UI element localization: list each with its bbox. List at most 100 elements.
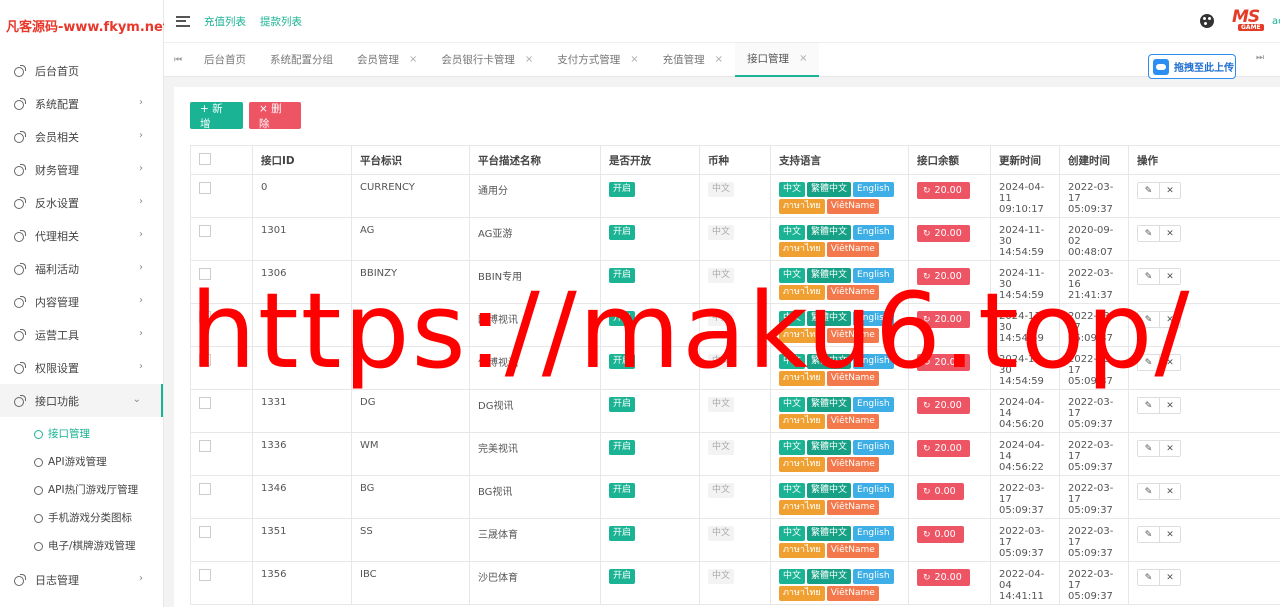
drag-upload-button[interactable]: 拖拽至此上传 xyxy=(1148,54,1236,79)
language-badge: ViêtName xyxy=(826,285,879,300)
delete-icon[interactable]: ✕ xyxy=(1159,484,1180,499)
open-status-badge[interactable]: 开启 xyxy=(609,483,636,498)
edit-icon[interactable]: ✎ xyxy=(1138,269,1159,284)
sidebar-item-3[interactable]: 财务管理 › xyxy=(0,153,163,186)
user-name[interactable]: ac xyxy=(1272,16,1280,27)
edit-icon[interactable]: ✎ xyxy=(1138,312,1159,327)
submenu-item-4[interactable]: 电子/棋牌游戏管理 xyxy=(0,531,163,559)
close-icon[interactable]: × xyxy=(715,54,723,65)
close-icon[interactable]: × xyxy=(799,53,807,64)
updated-date: 2024-11-30 xyxy=(999,354,1045,376)
select-all-checkbox[interactable] xyxy=(199,153,211,165)
row-checkbox[interactable] xyxy=(199,440,211,452)
submenu-item-2[interactable]: API热门游戏厅管理 xyxy=(0,475,163,503)
edit-icon[interactable]: ✎ xyxy=(1138,355,1159,370)
sidebar-item-4[interactable]: 反水设置 › xyxy=(0,186,163,219)
open-status-badge[interactable]: 开启 xyxy=(609,225,636,240)
close-icon[interactable]: × xyxy=(525,54,533,65)
row-checkbox[interactable] xyxy=(199,483,211,495)
delete-icon[interactable]: ✕ xyxy=(1159,269,1180,284)
edit-icon[interactable]: ✎ xyxy=(1138,398,1159,413)
cell-currency: 中文 xyxy=(699,518,771,562)
sidebar-item-log[interactable]: 日志管理 › xyxy=(0,563,163,596)
edit-icon[interactable]: ✎ xyxy=(1138,484,1159,499)
edit-icon[interactable]: ✎ xyxy=(1138,527,1159,542)
submenu-item-3[interactable]: 手机游戏分类图标 xyxy=(0,503,163,531)
delete-icon[interactable]: ✕ xyxy=(1159,398,1180,413)
tab-4[interactable]: 支付方式管理 × xyxy=(545,43,650,77)
delete-icon[interactable]: ✕ xyxy=(1159,441,1180,456)
refresh-icon: ↻ xyxy=(923,487,931,497)
sidebar-item-1[interactable]: 系统配置 › xyxy=(0,87,163,120)
row-checkbox[interactable] xyxy=(199,225,211,237)
row-checkbox[interactable] xyxy=(199,354,211,366)
header-link-withdraw-list[interactable]: 提款列表 xyxy=(260,14,302,29)
delete-icon[interactable]: ✕ xyxy=(1159,355,1180,370)
sidebar-item-7[interactable]: 内容管理 › xyxy=(0,285,163,318)
sidebar-item-10[interactable]: 接口功能 ⌄ xyxy=(0,384,163,417)
row-checkbox[interactable] xyxy=(199,397,211,409)
sidebar-item-9[interactable]: 权限设置 › xyxy=(0,351,163,384)
balance-button[interactable]: ↻ 20.00 xyxy=(917,225,970,242)
open-status-badge[interactable]: 开启 xyxy=(609,440,636,455)
tab-3[interactable]: 会员银行卡管理 × xyxy=(429,43,545,77)
updated-date: 2022-04-04 xyxy=(999,569,1045,591)
delete-icon[interactable]: ✕ xyxy=(1159,183,1180,198)
open-status-badge[interactable]: 开启 xyxy=(609,268,636,283)
balance-button[interactable]: ↻ 20.00 xyxy=(917,569,970,586)
close-icon[interactable]: × xyxy=(409,54,417,65)
balance-button[interactable]: ↻ 0.00 xyxy=(917,483,964,500)
balance-button[interactable]: ↻ 20.00 xyxy=(917,182,970,199)
add-button[interactable]: + 新增 xyxy=(190,102,243,130)
open-status-badge[interactable]: 开启 xyxy=(609,397,636,412)
cell-name: 通用分 xyxy=(469,174,601,218)
row-checkbox[interactable] xyxy=(199,268,211,280)
created-date: 2022-03-17 xyxy=(1068,354,1114,376)
edit-icon[interactable]: ✎ xyxy=(1138,226,1159,241)
balance-button[interactable]: ↻ 20.00 xyxy=(917,354,970,371)
delete-icon[interactable]: ✕ xyxy=(1159,527,1180,542)
balance-button[interactable]: ↻ 20.00 xyxy=(917,268,970,285)
tab-6[interactable]: 接口管理 × xyxy=(735,42,820,77)
edit-icon[interactable]: ✎ xyxy=(1138,441,1159,456)
tab-5[interactable]: 充值管理 × xyxy=(651,43,735,77)
sidebar-item-8[interactable]: 运营工具 › xyxy=(0,318,163,351)
balance-button[interactable]: ↻ 20.00 xyxy=(917,311,970,328)
row-checkbox[interactable] xyxy=(199,526,211,538)
submenu-item-0[interactable]: 接口管理 xyxy=(0,419,163,447)
edit-icon[interactable]: ✎ xyxy=(1138,570,1159,585)
balance-button[interactable]: ↻ 0.00 xyxy=(917,526,964,543)
close-icon[interactable]: × xyxy=(630,54,638,65)
tab-2[interactable]: 会员管理 × xyxy=(345,43,429,77)
open-status-badge[interactable]: 开启 xyxy=(609,311,636,326)
tab-1[interactable]: 系统配置分组 xyxy=(258,43,345,77)
balance-button[interactable]: ↻ 20.00 xyxy=(917,440,970,457)
open-status-badge[interactable]: 开启 xyxy=(609,569,636,584)
delete-button[interactable]: × 删除 xyxy=(249,102,301,130)
row-checkbox[interactable] xyxy=(199,182,211,194)
open-status-badge[interactable]: 开启 xyxy=(609,182,636,197)
submenu-item-1[interactable]: API游戏管理 xyxy=(0,447,163,475)
delete-icon[interactable]: ✕ xyxy=(1159,570,1180,585)
header-link-recharge-list[interactable]: 充值列表 xyxy=(204,14,246,29)
refresh-icon: ↻ xyxy=(923,530,931,540)
palette-icon[interactable] xyxy=(1200,14,1214,28)
edit-icon[interactable]: ✎ xyxy=(1138,183,1159,198)
delete-icon[interactable]: ✕ xyxy=(1159,226,1180,241)
balance-button[interactable]: ↻ 20.00 xyxy=(917,397,970,414)
open-status-badge[interactable]: 开启 xyxy=(609,526,636,541)
tab-0[interactable]: 后台首页 xyxy=(192,43,258,77)
open-status-badge[interactable]: 开启 xyxy=(609,354,636,369)
row-checkbox[interactable] xyxy=(199,311,211,323)
upload-label: 拖拽至此上传 xyxy=(1174,63,1234,74)
menu-toggle-icon[interactable] xyxy=(176,15,190,27)
row-checkbox[interactable] xyxy=(199,569,211,581)
brand-text[interactable]: 凡客源码-www.fkym.net xyxy=(0,0,169,50)
delete-icon[interactable]: ✕ xyxy=(1159,312,1180,327)
tab-scroll-right-icon[interactable]: ⏭ xyxy=(1246,53,1274,63)
sidebar-item-6[interactable]: 福利活动 › xyxy=(0,252,163,285)
sidebar-item-2[interactable]: 会员相关 › xyxy=(0,120,163,153)
tab-scroll-left-icon[interactable]: ⏮ xyxy=(164,55,192,65)
sidebar-item-5[interactable]: 代理相关 › xyxy=(0,219,163,252)
sidebar-item-0[interactable]: 后台首页 xyxy=(0,54,163,87)
